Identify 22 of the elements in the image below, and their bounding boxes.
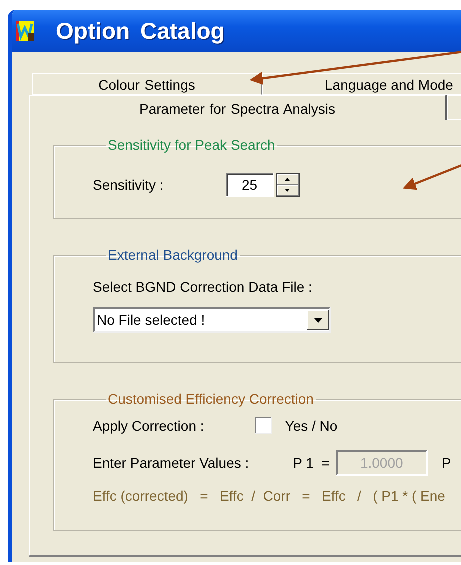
group-title: External Background xyxy=(107,247,239,263)
tab[interactable]: Language and Mode xyxy=(262,73,461,95)
spin-buttons[interactable] xyxy=(276,173,300,197)
dropdown-arrow-icon xyxy=(314,318,322,322)
checkbox-label: Yes / No xyxy=(285,418,338,434)
file-dropdown[interactable]: No File selected ! xyxy=(93,307,331,333)
number-field[interactable]: 25 xyxy=(226,173,274,197)
field-label: Apply Correction : xyxy=(93,418,204,434)
field-label: Sensitivity : xyxy=(93,177,164,193)
field-label: Select BGND Correction Data File : xyxy=(93,279,314,295)
group-title: Customised Efficiency Correction xyxy=(107,391,315,407)
window-title: Option Catalog xyxy=(56,18,225,44)
group-title: Sensitivity for Peak Search xyxy=(107,137,276,153)
app-icon xyxy=(16,21,34,41)
annotation-arrow xyxy=(402,164,461,190)
tab[interactable]: Colour Settings xyxy=(32,73,262,95)
parameter-label: P xyxy=(442,455,452,471)
formula-text: Effc (corrected) = Effc / Corr = Effc / ( P1 * ( Ene xyxy=(93,488,446,504)
parameter-label: P 1 = xyxy=(293,455,330,471)
field-label: Enter Parameter Values : xyxy=(93,455,250,471)
tab[interactable]: Parameter for Spectra Analysis xyxy=(29,95,447,120)
checkbox[interactable] xyxy=(255,417,272,434)
